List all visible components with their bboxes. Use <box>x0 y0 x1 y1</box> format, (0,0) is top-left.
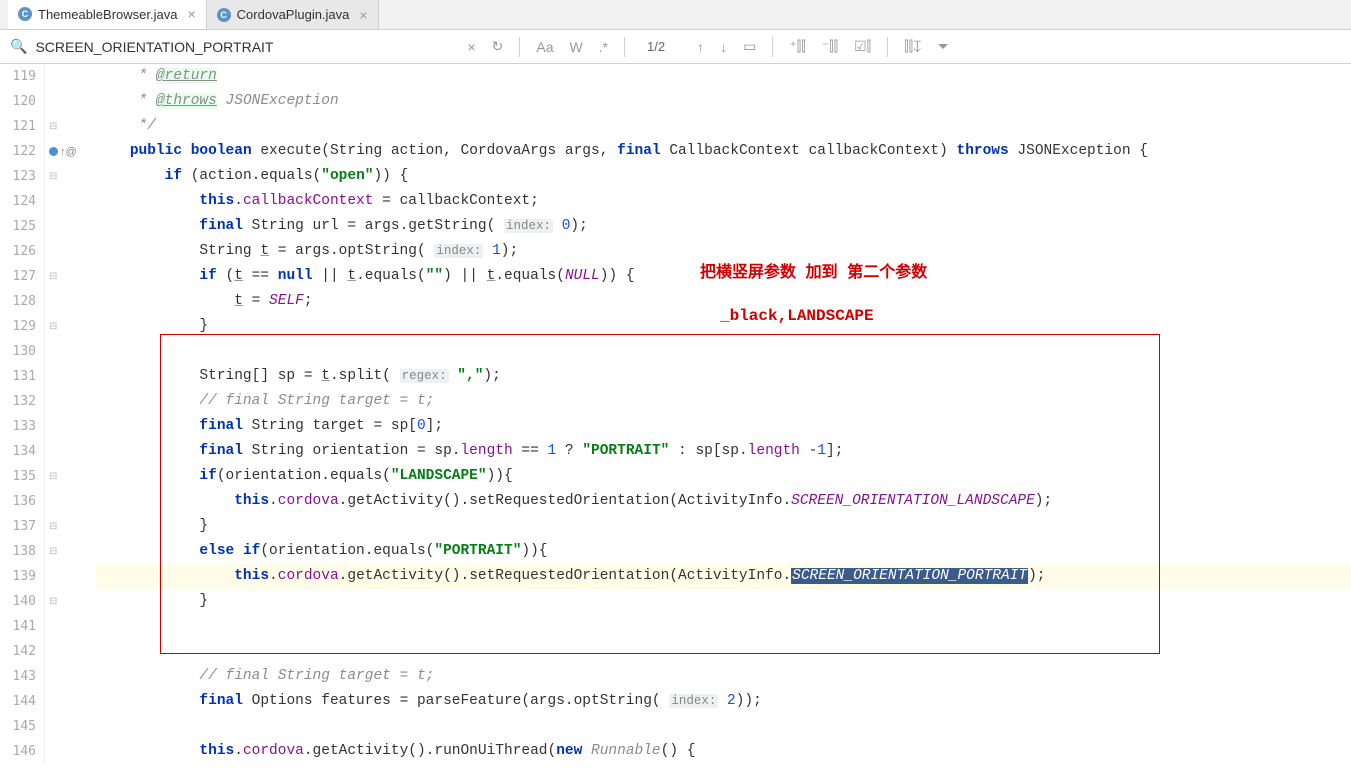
line-number: 120 <box>0 89 45 114</box>
line-number: 142 <box>0 639 45 664</box>
line-number: 139 <box>0 564 45 589</box>
line-number: 140 <box>0 589 45 614</box>
fold-icon[interactable]: ⊟ <box>49 521 57 532</box>
fold-icon[interactable]: ⊟ <box>49 271 57 282</box>
match-count: 1/2 <box>647 39 665 54</box>
line-number: 121 <box>0 114 45 139</box>
line-number: 138 <box>0 539 45 564</box>
close-icon[interactable]: × <box>187 6 195 22</box>
remove-selection-icon[interactable]: ⁻⫿⫿ <box>818 36 842 57</box>
tab-label: ThemeableBrowser.java <box>38 7 177 22</box>
code-editor[interactable]: 119 120 121 ⊟ 122 ↑@ 123 ⊟ 124 125 126 127 ⊟… <box>0 64 1351 777</box>
line-number: 145 <box>0 714 45 739</box>
fold-icon[interactable]: ⊟ <box>49 321 57 332</box>
clear-search-icon[interactable]: × <box>463 37 479 57</box>
tab-themeable-browser[interactable]: C ThemeableBrowser.java × <box>8 0 207 29</box>
filter-icon[interactable]: ⏷ <box>934 36 953 57</box>
editor-tabs: C ThemeableBrowser.java × C CordovaPlugi… <box>0 0 1351 30</box>
at-icon: ↑@ <box>60 146 77 158</box>
line-number: 146 <box>0 739 45 764</box>
line-number: 124 <box>0 189 45 214</box>
line-number: 134 <box>0 439 45 464</box>
line-number: 129 <box>0 314 45 339</box>
line-number: 127 <box>0 264 45 289</box>
override-gutter-icon[interactable] <box>49 147 58 156</box>
search-match-selected: SCREEN_ORIENTATION_PORTRAIT <box>791 568 1028 584</box>
line-number: 135 <box>0 464 45 489</box>
line-number: 122 <box>0 139 45 164</box>
gutter: 119 120 121 ⊟ 122 ↑@ 123 ⊟ 124 125 126 127 ⊟… <box>0 64 95 777</box>
export-results-icon[interactable]: ⫿⫿↧ <box>900 36 926 57</box>
regex-button[interactable]: .* <box>595 37 612 57</box>
match-case-button[interactable]: Aa <box>532 37 557 57</box>
line-number: 131 <box>0 364 45 389</box>
java-class-icon: C <box>18 7 32 21</box>
tab-cordova-plugin[interactable]: C CordovaPlugin.java × <box>207 0 379 29</box>
fold-icon[interactable]: ⊟ <box>49 471 57 482</box>
line-number: 143 <box>0 664 45 689</box>
select-all-icon[interactable]: ☑⫿ <box>850 36 875 57</box>
line-number: 133 <box>0 414 45 439</box>
add-selection-icon[interactable]: ⁺⫿⫿ <box>785 36 809 57</box>
fold-icon[interactable]: ⊟ <box>49 596 57 607</box>
fold-icon[interactable]: ⊟ <box>49 171 57 182</box>
line-number: 119 <box>0 64 45 89</box>
line-number: 130 <box>0 339 45 364</box>
line-number: 132 <box>0 389 45 414</box>
line-number: 144 <box>0 689 45 714</box>
close-icon[interactable]: × <box>359 7 367 23</box>
line-number: 141 <box>0 614 45 639</box>
line-number: 126 <box>0 239 45 264</box>
prev-match-icon[interactable]: ↑ <box>693 37 708 57</box>
find-bar: 🔍 × ↻ Aa W .* 1/2 ↑ ↓ ▭ ⁺⫿⫿ ⁻⫿⫿ ☑⫿ ⫿⫿↧ ⏷ <box>0 30 1351 64</box>
select-in-window-icon[interactable]: ▭ <box>739 36 760 57</box>
line-number: 125 <box>0 214 45 239</box>
whole-word-button[interactable]: W <box>565 37 586 57</box>
line-number: 123 <box>0 164 45 189</box>
next-match-icon[interactable]: ↓ <box>716 37 731 57</box>
line-number: 128 <box>0 289 45 314</box>
code-area[interactable]: * @return * @throws JSONException */ pub… <box>95 64 1351 777</box>
line-number: 137 <box>0 514 45 539</box>
search-icon: 🔍 <box>10 38 27 55</box>
search-input[interactable] <box>35 39 455 55</box>
tab-label: CordovaPlugin.java <box>237 7 350 22</box>
java-class-icon: C <box>217 8 231 22</box>
line-number: 136 <box>0 489 45 514</box>
history-icon[interactable]: ↻ <box>488 36 508 57</box>
fold-icon[interactable]: ⊟ <box>49 121 57 132</box>
fold-icon[interactable]: ⊟ <box>49 546 57 557</box>
